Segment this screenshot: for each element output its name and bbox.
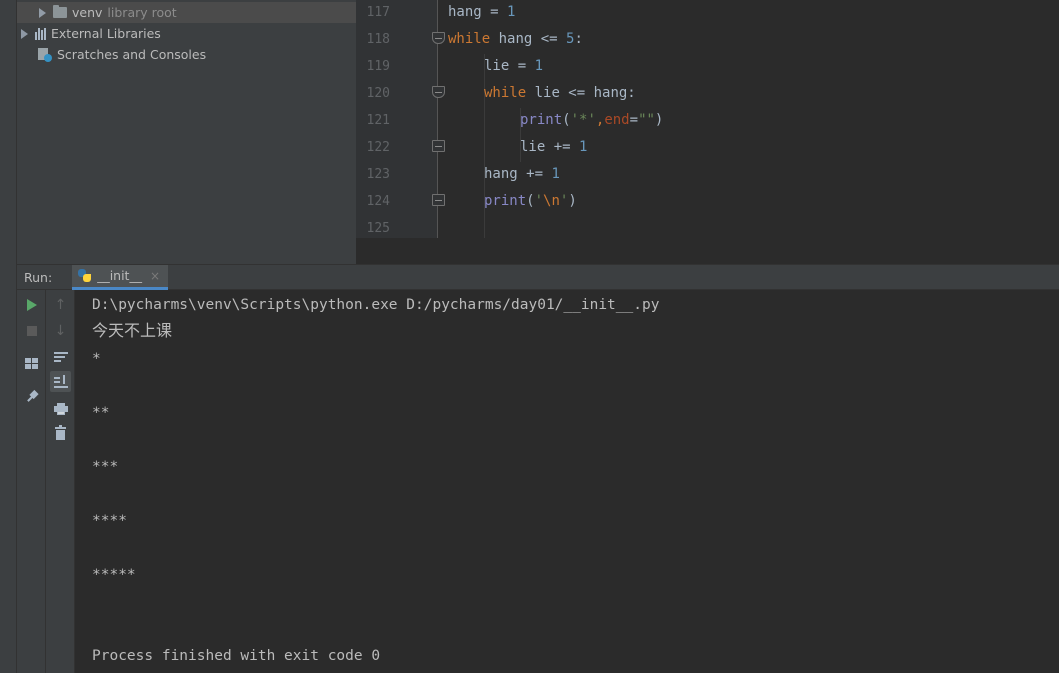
- run-toolbar-primary: [17, 290, 46, 673]
- fold-close-icon[interactable]: [432, 194, 445, 206]
- stop-button[interactable]: [21, 320, 42, 341]
- scroll-to-end-button[interactable]: [50, 371, 71, 392]
- down-button[interactable]: ↓: [50, 320, 71, 341]
- line-number: 122: [366, 140, 390, 155]
- editor-gutter: 117 118 119 120 121 122 123 124 125: [356, 0, 438, 238]
- print-icon: [53, 402, 68, 415]
- line-number: 124: [366, 194, 390, 209]
- fold-open-icon[interactable]: [432, 86, 445, 98]
- down-arrow-icon: ↓: [54, 322, 67, 339]
- tree-item-label: venv: [72, 5, 103, 20]
- console-line: ****: [92, 513, 127, 529]
- editor-bottom-area: [356, 238, 1059, 264]
- code-line-123: hang += 1: [484, 166, 560, 182]
- console-line: Process finished with exit code 0: [92, 648, 381, 664]
- project-tree: venv library root External Libraries Scr…: [17, 0, 356, 264]
- code-line-117: hang = 1: [448, 4, 516, 20]
- tree-item-label: External Libraries: [51, 26, 161, 41]
- clear-button[interactable]: [50, 423, 71, 444]
- line-number: 118: [366, 32, 390, 47]
- run-tab[interactable]: __init__ ×: [72, 264, 169, 290]
- expand-arrow-icon[interactable]: [21, 28, 28, 39]
- tree-item-suffix: library root: [107, 5, 177, 20]
- left-tool-strip-bottom: [0, 264, 17, 673]
- up-button[interactable]: ↑: [50, 294, 71, 315]
- pin-icon: [26, 391, 38, 403]
- code-editor[interactable]: 117 118 119 120 121 122 123 124 125 hang…: [356, 0, 1059, 238]
- trash-icon: [55, 425, 66, 440]
- code-line-118: while hang <= 5:: [448, 31, 583, 47]
- tree-item-external-libraries[interactable]: External Libraries: [17, 23, 356, 44]
- code-line-120: while lie <= hang:: [484, 85, 636, 101]
- console-line: **: [92, 405, 110, 421]
- expand-arrow-icon[interactable]: [39, 7, 46, 18]
- code-line-119: lie = 1: [484, 58, 544, 74]
- tree-item-scratches[interactable]: Scratches and Consoles: [17, 44, 356, 65]
- line-number: 121: [366, 113, 390, 128]
- pin-button[interactable]: [21, 386, 42, 407]
- console-line: D:\pycharms\venv\Scripts\python.exe D:/p…: [92, 297, 660, 313]
- close-icon[interactable]: ×: [150, 269, 160, 283]
- scratches-icon: [38, 47, 52, 62]
- layout-button[interactable]: [21, 353, 42, 374]
- line-number: 117: [366, 5, 390, 20]
- run-icon: [26, 298, 37, 311]
- console-line: *: [92, 351, 101, 367]
- code-line-121: print('*',end=""): [520, 112, 664, 128]
- console-line: ***: [92, 459, 119, 475]
- line-number: 123: [366, 167, 390, 182]
- print-button[interactable]: [50, 398, 71, 419]
- soft-wrap-button[interactable]: [50, 346, 71, 367]
- run-button[interactable]: [21, 294, 42, 315]
- folder-icon: [53, 5, 67, 18]
- soft-wrap-icon: [53, 351, 68, 363]
- tree-item-venv[interactable]: venv library root: [17, 2, 356, 23]
- library-icon: [35, 27, 46, 40]
- tree-item-label: Scratches and Consoles: [57, 47, 207, 62]
- run-toolbar-secondary: ↑ ↓: [46, 290, 75, 673]
- line-number: 119: [366, 59, 390, 74]
- left-tool-strip: [0, 0, 17, 264]
- layout-icon: [25, 358, 38, 369]
- fold-open-icon[interactable]: [432, 32, 445, 44]
- python-icon: [78, 269, 92, 282]
- code-line-124: print('\n'): [484, 193, 577, 209]
- scroll-to-end-icon: [53, 375, 68, 388]
- console-line: 今天不上课: [92, 321, 173, 340]
- code-line-122: lie += 1: [520, 139, 588, 155]
- run-label: Run:: [24, 269, 53, 285]
- console-line: *****: [92, 567, 136, 583]
- up-arrow-icon: ↑: [54, 296, 67, 313]
- fold-close-icon[interactable]: [432, 140, 445, 152]
- stop-icon: [26, 325, 37, 336]
- run-tab-title: __init__: [97, 268, 142, 283]
- line-number: 120: [366, 86, 390, 101]
- run-tab-bar: Run: __init__ ×: [17, 264, 1059, 290]
- console-output[interactable]: D:\pycharms\venv\Scripts\python.exe D:/p…: [76, 290, 1059, 673]
